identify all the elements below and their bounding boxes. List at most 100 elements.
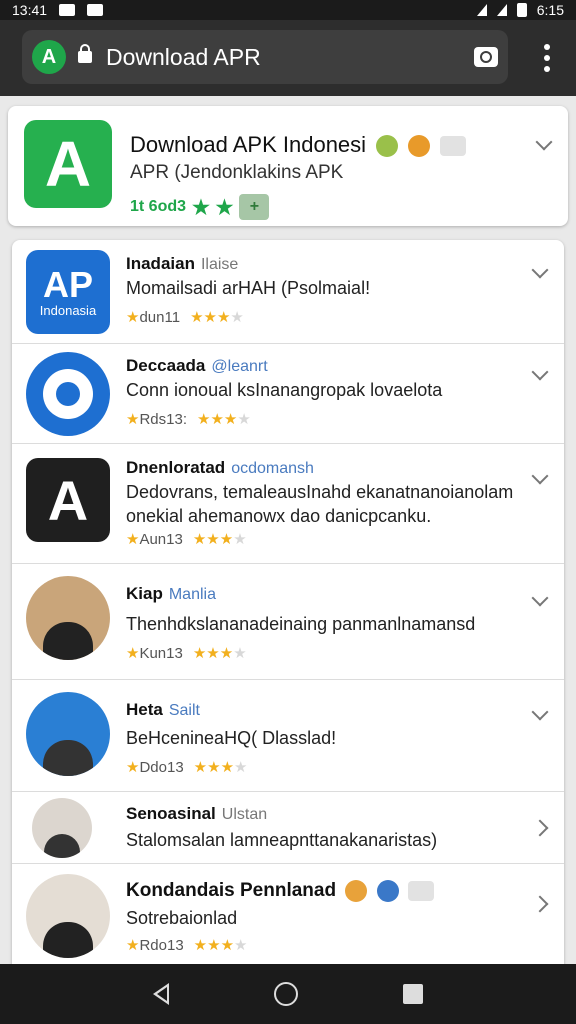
- plus-icon[interactable]: +: [239, 194, 270, 220]
- browser-toolbar: A Download APR: [0, 20, 576, 96]
- status-time-left: 13:41: [12, 2, 48, 18]
- item-meta: ★Rds13: ★★★★: [126, 410, 251, 428]
- rating-stars: ★★★★: [193, 759, 248, 776]
- item-name-text: Deccaada: [126, 356, 206, 375]
- signal-icon: [496, 4, 507, 16]
- list-item[interactable]: Kiap Manlia Thenhdkslananadeinaing panman…: [12, 564, 564, 680]
- item-description: Momailsadi arHAH (Psolmaial!: [126, 278, 371, 298]
- list-item[interactable]: Senoasinal Ulstan Stalomsalan lamneapntta…: [12, 792, 564, 864]
- logo-subtext: Indonasia: [39, 302, 97, 318]
- item-meta: ★Aun13 ★★★★: [126, 530, 247, 548]
- rating-stars: ★★★★: [190, 309, 244, 326]
- featured-title-text: Download APK Indonesi: [130, 132, 367, 157]
- meta-label: Aun13: [139, 531, 183, 548]
- emoji-icon: [408, 135, 431, 158]
- item-name-text: Dnenloratad: [126, 458, 226, 477]
- badge-icon: [407, 881, 434, 901]
- notification-icon: [59, 4, 76, 16]
- item-tag: Sailt: [168, 702, 200, 719]
- item-description: Conn ionoual ksInanangropak lovaelota: [126, 380, 443, 400]
- item-tag: Ilaise: [200, 256, 239, 273]
- star-icon: ★: [126, 937, 140, 954]
- item-meta: ★Rdo13 ★★★★: [126, 936, 247, 954]
- meta-label: dun11: [139, 309, 181, 326]
- rating-stars: ★★★★: [192, 645, 247, 662]
- item-description: Thenhdkslananadeinaing panmanlnamansd: [126, 614, 476, 634]
- app-notification-icon: [87, 4, 104, 16]
- person-avatar: [26, 692, 110, 776]
- status-bar: 13:41 6:15: [0, 0, 576, 20]
- featured-app-subtitle: APR (Jendonklakins APK: [130, 162, 344, 183]
- item-tag: Ulstan: [221, 806, 268, 823]
- list-item[interactable]: AP Indonasia Inadaian Ilaise Momailsadi a…: [12, 240, 564, 344]
- featured-rating-text: 1t 6od3: [130, 198, 187, 215]
- featured-app-logo: A: [24, 120, 112, 208]
- person-avatar: [26, 576, 110, 660]
- item-name: Inadaian Ilaise: [126, 254, 238, 274]
- star-icon: ★: [126, 645, 140, 662]
- person-avatar: [26, 874, 110, 958]
- star-icon: ★: [126, 309, 140, 326]
- menu-kebab-icon[interactable]: [544, 44, 550, 72]
- emoji-icon: [376, 135, 399, 158]
- meta-label: Ddo13: [139, 759, 184, 776]
- item-tag: @leanrt: [211, 358, 268, 375]
- badge-icon: [440, 136, 467, 157]
- item-name: Heta Sailt: [126, 700, 200, 720]
- item-name: Dnenloratad ocdomansh: [126, 458, 314, 478]
- item-meta: ★Ddo13 ★★★★: [126, 758, 247, 776]
- featured-app-title: Download APK Indonesi: [130, 132, 467, 158]
- item-name: Kondandais Pennlanad: [126, 880, 434, 902]
- item-tag: Manlia: [168, 586, 216, 603]
- chevron-down-icon[interactable]: [531, 703, 549, 721]
- meta-label: Rdo13: [139, 937, 184, 954]
- item-description: Dedovrans, temaleausInahd ekanatnanoiano…: [126, 482, 514, 526]
- logo-text: AP: [42, 263, 93, 305]
- item-description: Sotrebaionlad: [126, 908, 238, 928]
- list-item[interactable]: Kondandais Pennlanad Sotrebaionlad ★Rdo1…: [12, 864, 564, 964]
- chevron-down-icon[interactable]: [535, 133, 553, 151]
- back-icon[interactable]: [152, 983, 169, 1005]
- wifi-icon: [476, 4, 487, 16]
- list-item[interactable]: Deccaada @leanrt Conn ionoual ksInanangro…: [12, 344, 564, 444]
- chevron-down-icon[interactable]: [531, 589, 549, 607]
- item-name: Kiap Manlia: [126, 584, 216, 604]
- status-time-right: 6:15: [536, 2, 564, 18]
- app-logo: AP Indonasia: [26, 250, 110, 334]
- item-description: BeHcenineaHQ( Dlasslad!: [126, 728, 337, 748]
- emoji-icon: [345, 880, 368, 902]
- item-name-text: Inadaian: [126, 254, 195, 273]
- item-description: Stalomsalan lamneapnttanakanaristas): [126, 830, 438, 850]
- item-meta: ★Kun13 ★★★★: [126, 644, 247, 662]
- rating-stars: ★★★★: [193, 937, 248, 954]
- star-icon: ★: [126, 759, 140, 776]
- lock-icon: [78, 44, 92, 63]
- item-name: Senoasinal Ulstan: [126, 804, 267, 824]
- rating-stars: ★★★★: [196, 411, 251, 428]
- featured-app-meta: 1t 6od3 ★ ★ +: [130, 194, 270, 220]
- green-stars: ★ ★: [192, 196, 234, 219]
- rating-stars: ★★★★: [192, 531, 247, 548]
- meta-label: Kun13: [139, 645, 183, 662]
- item-meta: ★dun11 ★★★★: [126, 308, 244, 326]
- item-name-text: Senoasinal: [126, 804, 216, 823]
- item-name-text: Kiap: [126, 584, 163, 603]
- meta-label: Rds13:: [139, 411, 187, 428]
- home-icon[interactable]: [273, 982, 298, 1006]
- url-text[interactable]: Download APR: [106, 44, 261, 71]
- recents-icon[interactable]: [403, 984, 424, 1004]
- star-icon: ★: [126, 531, 140, 548]
- page-content: A Download APK Indonesi APR (Jendonklaki…: [0, 96, 576, 964]
- item-name: Deccaada @leanrt: [126, 356, 268, 376]
- item-name-text: Heta: [126, 700, 163, 719]
- system-nav-bar: [0, 964, 576, 1024]
- featured-app-card[interactable]: A Download APK Indonesi APR (Jendonklaki…: [8, 106, 568, 226]
- item-name-text: Kondandais Pennlanad: [126, 880, 337, 902]
- url-bar[interactable]: A Download APR: [22, 30, 508, 84]
- star-icon: ★: [126, 411, 140, 428]
- app-logo: [26, 352, 110, 436]
- site-logo-icon: A: [32, 40, 66, 74]
- list-item[interactable]: A Dnenloratad ocdomansh Dedovrans, temale…: [12, 444, 564, 564]
- camera-icon[interactable]: [474, 47, 498, 67]
- list-item[interactable]: Heta Sailt BeHcenineaHQ( Dlasslad! ★Ddo13…: [12, 680, 564, 792]
